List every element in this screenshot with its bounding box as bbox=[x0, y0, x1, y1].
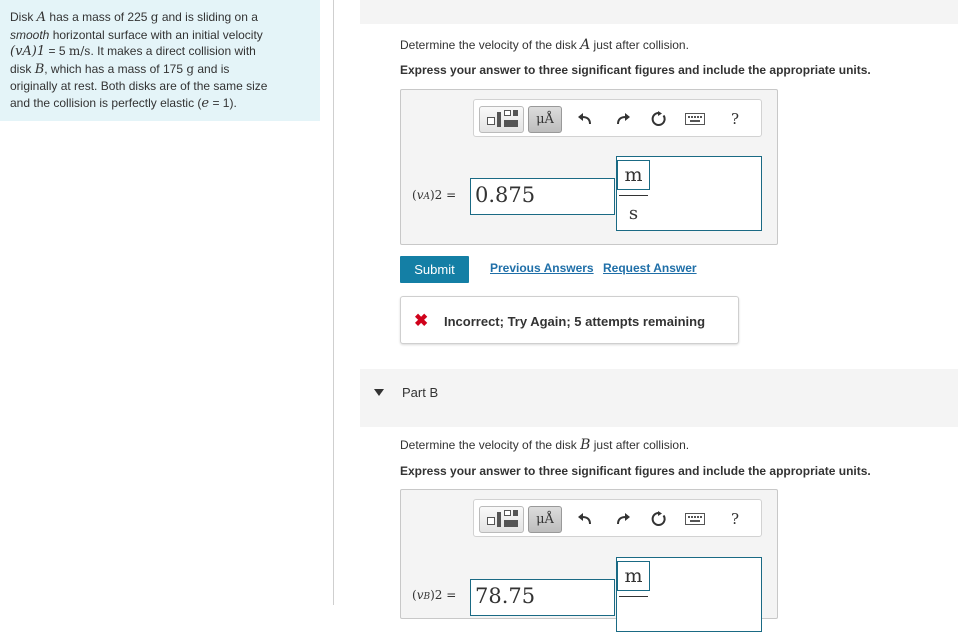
incorrect-icon: ✖ bbox=[414, 311, 429, 330]
part-b-instruction: Express your answer to three significant… bbox=[400, 464, 871, 478]
submit-button[interactable]: Submit bbox=[400, 256, 469, 283]
part-b-question: Determine the velocity of the disk B jus… bbox=[400, 437, 690, 453]
part-a-header-bar bbox=[360, 0, 958, 24]
units-input[interactable]: m bbox=[616, 557, 762, 632]
unit-denominator[interactable]: s bbox=[617, 201, 650, 227]
previous-answers-link[interactable]: Previous Answers bbox=[490, 261, 594, 275]
disk-a-symbol: A bbox=[36, 10, 47, 25]
initial-velocity-symbol: (vA)1 bbox=[10, 44, 46, 59]
math-toolbar: μÅ ? bbox=[473, 99, 762, 137]
units-button[interactable]: μÅ bbox=[528, 506, 562, 533]
reset-icon[interactable] bbox=[648, 508, 670, 530]
problem-text-italic: smooth bbox=[10, 27, 50, 42]
problem-text: and is bbox=[194, 61, 230, 76]
units-button[interactable]: μÅ bbox=[528, 106, 562, 133]
help-icon[interactable]: ? bbox=[724, 108, 746, 130]
caret-down-icon bbox=[374, 389, 384, 396]
template-icon bbox=[487, 117, 495, 125]
problem-text: = 5 bbox=[45, 44, 69, 58]
feedback-box: ✖ Incorrect; Try Again; 5 attempts remai… bbox=[400, 296, 739, 344]
templates-button[interactable] bbox=[479, 506, 524, 533]
undo-icon[interactable] bbox=[574, 108, 596, 130]
problem-text: disk bbox=[10, 61, 35, 76]
redo-icon[interactable] bbox=[612, 508, 634, 530]
column-divider bbox=[333, 0, 334, 605]
undo-icon[interactable] bbox=[574, 508, 596, 530]
value-input[interactable]: 78.75 bbox=[470, 579, 615, 616]
problem-text: has a mass of 225 bbox=[46, 10, 151, 24]
part-a-answer-box: μÅ ? (vA)2 = 0.875 m s bbox=[400, 89, 778, 245]
problem-text: horizontal surface with an initial veloc… bbox=[49, 27, 263, 42]
part-a-question: Determine the velocity of the disk A jus… bbox=[400, 37, 689, 53]
part-a-instruction: Express your answer to three significant… bbox=[400, 63, 871, 77]
problem-text: and is sliding on a bbox=[158, 10, 258, 24]
value-input[interactable]: 0.875 bbox=[470, 178, 615, 215]
template-icon bbox=[487, 517, 495, 525]
redo-icon[interactable] bbox=[612, 108, 634, 130]
unit-fraction: m bbox=[617, 558, 650, 631]
reset-icon[interactable] bbox=[648, 108, 670, 130]
part-b-header[interactable]: Part B bbox=[360, 369, 958, 427]
problem-text: , which has a mass of 175 bbox=[44, 61, 187, 76]
unit-numerator[interactable]: m bbox=[617, 160, 650, 190]
fraction-bar bbox=[619, 596, 648, 597]
problem-text: originally at rest. Both disks are of th… bbox=[10, 79, 268, 93]
help-icon[interactable]: ? bbox=[724, 508, 746, 530]
answer-variable-label: (vA)2 = bbox=[412, 188, 457, 202]
answer-variable-label: (vB)2 = bbox=[412, 588, 457, 602]
disk-b-symbol: B bbox=[34, 61, 45, 77]
problem-text: Disk bbox=[10, 10, 37, 24]
problem-text: and the collision is perfectly elastic ( bbox=[10, 95, 202, 110]
problem-text: = 1). bbox=[209, 95, 237, 110]
templates-button[interactable] bbox=[479, 106, 524, 133]
unit-grams: g bbox=[186, 61, 195, 76]
keyboard-icon[interactable] bbox=[684, 508, 706, 530]
units-input[interactable]: m s bbox=[616, 156, 762, 231]
part-b-answer-box: μÅ ? (vB)2 = 78.75 m bbox=[400, 489, 778, 632]
feedback-message: Incorrect; Try Again; 5 attempts remaini… bbox=[444, 314, 706, 329]
restitution-symbol: e bbox=[201, 95, 210, 111]
unit-m-per-s: m/s bbox=[68, 44, 91, 58]
part-b-title: Part B bbox=[402, 385, 439, 400]
fraction-bar bbox=[619, 195, 648, 196]
problem-text: . It makes a direct collision with bbox=[90, 44, 256, 58]
request-answer-link[interactable]: Request Answer bbox=[603, 261, 697, 275]
problem-statement: Disk A has a mass of 225 g and is slidin… bbox=[0, 0, 320, 121]
math-toolbar: μÅ ? bbox=[473, 499, 762, 537]
unit-fraction: m s bbox=[617, 157, 650, 230]
unit-numerator[interactable]: m bbox=[617, 561, 650, 591]
keyboard-icon[interactable] bbox=[684, 108, 706, 130]
